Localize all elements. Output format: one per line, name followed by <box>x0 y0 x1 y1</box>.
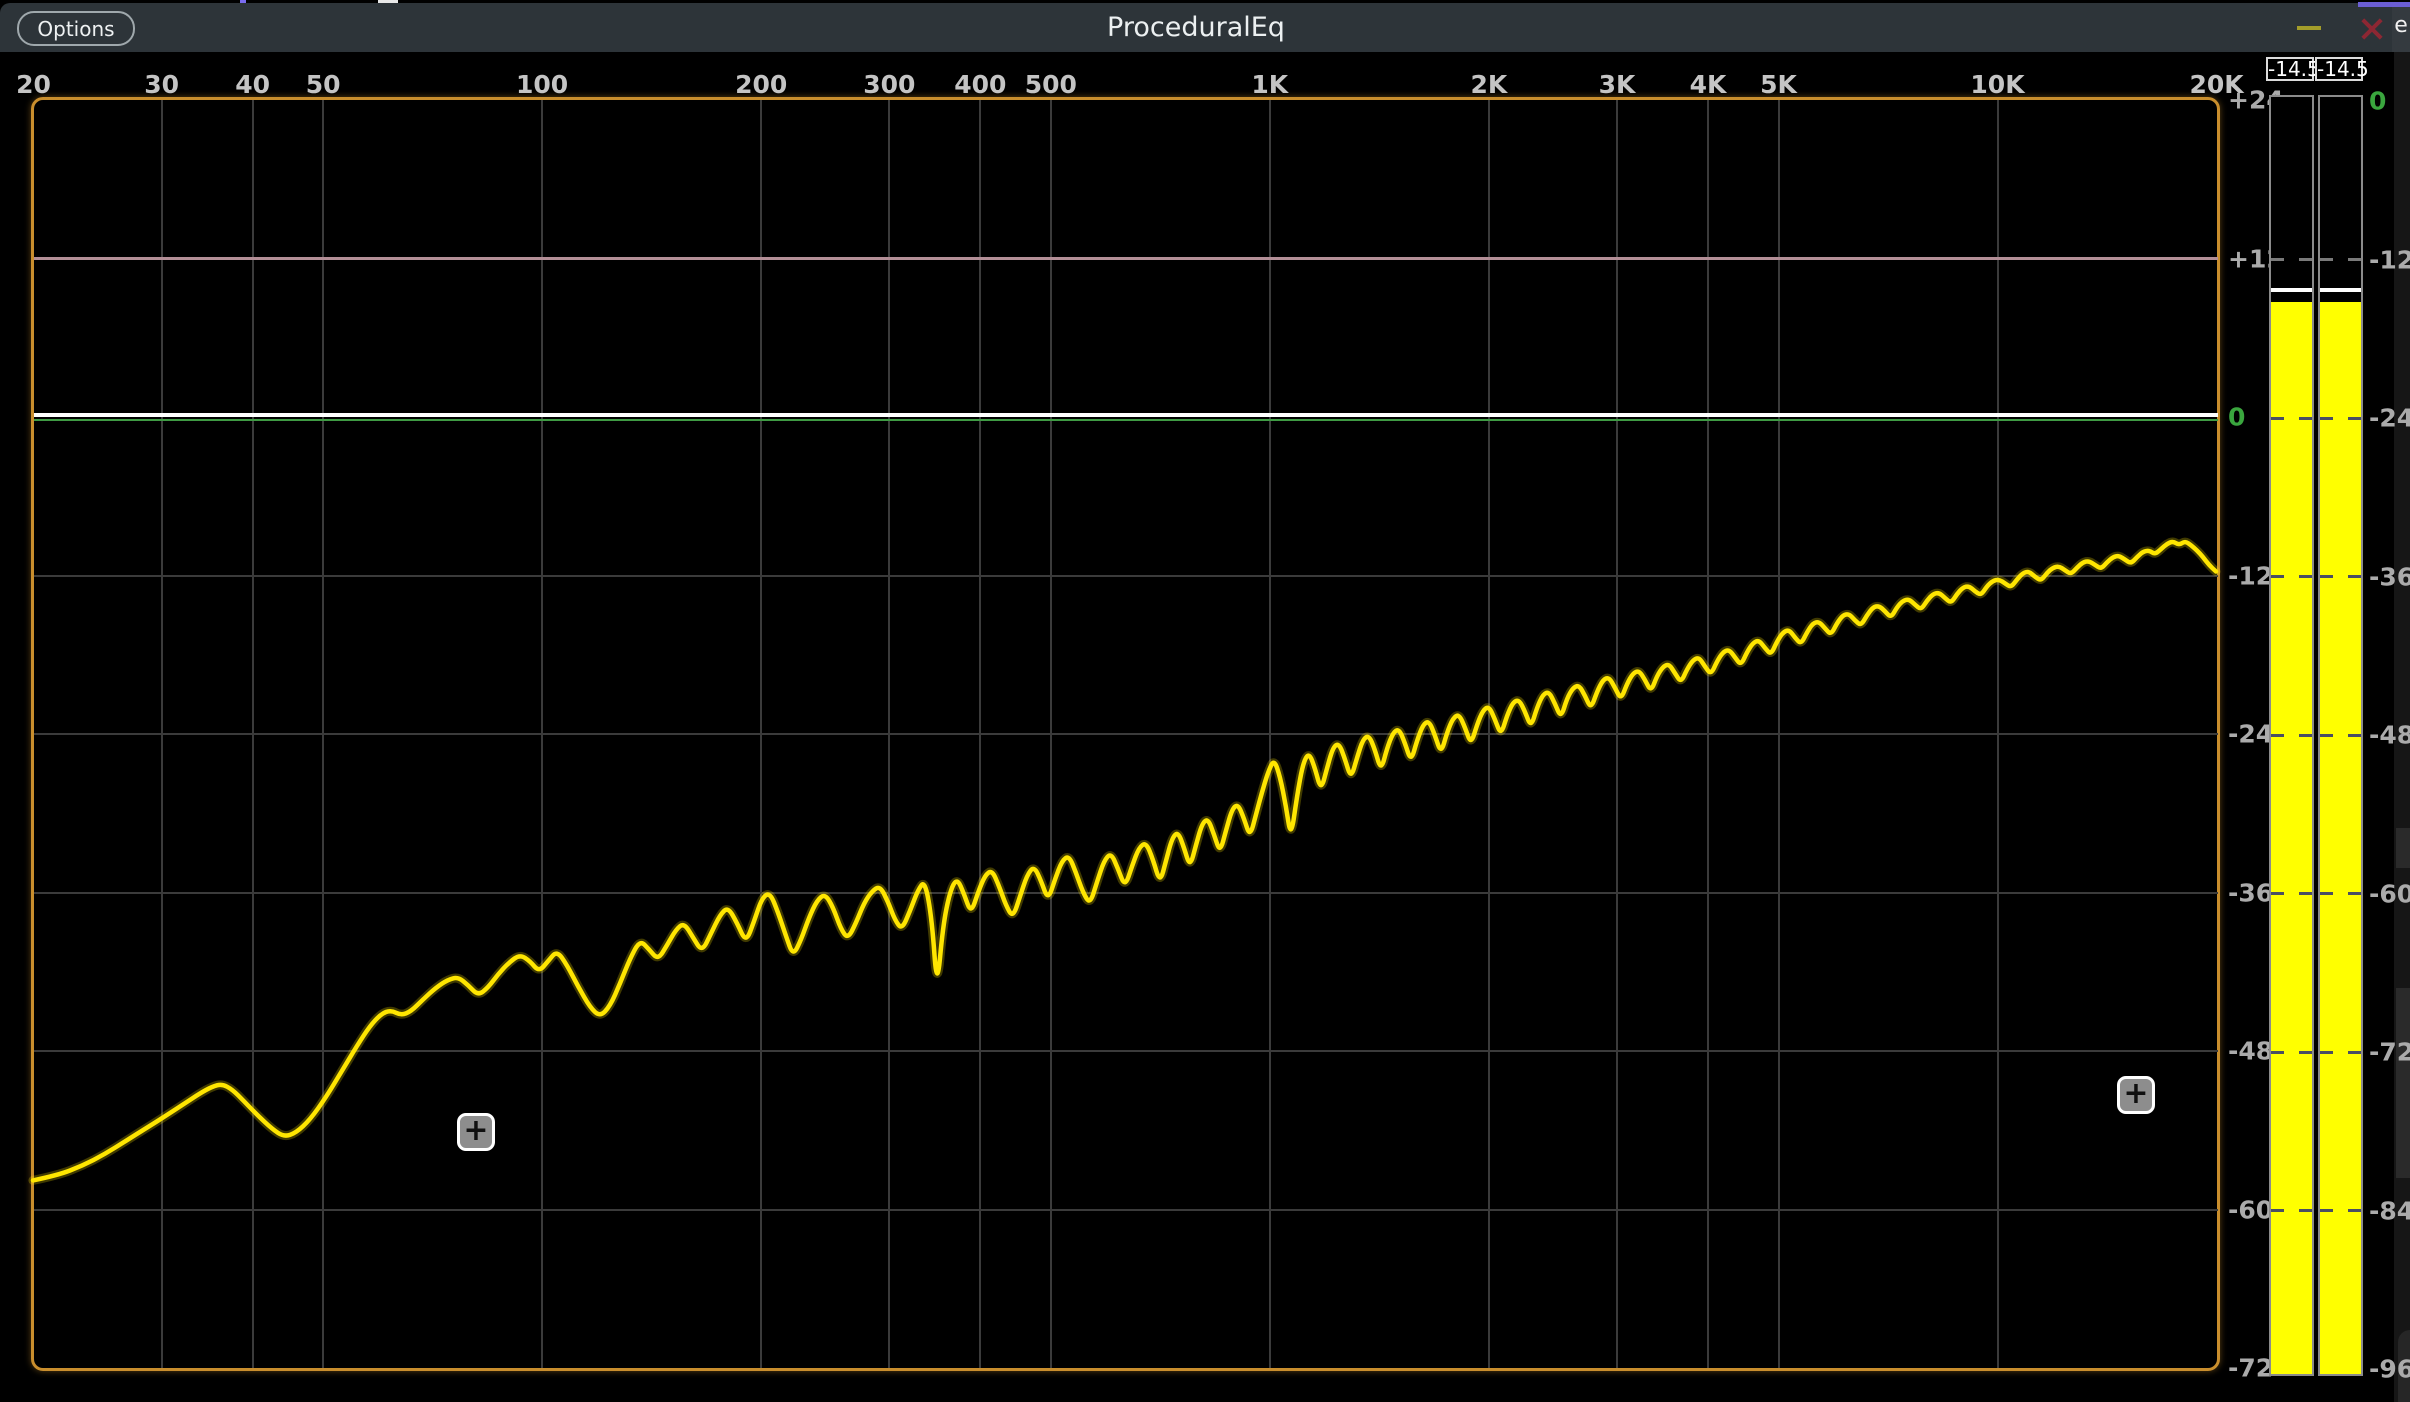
meter-tick-dash <box>2320 1209 2333 1212</box>
meter-db-label: -48 <box>2369 721 2410 750</box>
freq-tick-label: 5K <box>1760 70 1797 96</box>
meter-fill-bar <box>2271 302 2312 1374</box>
spectrum-analyzer-curve <box>0 0 2410 1402</box>
meter-tick-dash <box>2271 417 2284 420</box>
add-band-button[interactable]: + <box>2117 1076 2155 1114</box>
meter-tick-dash <box>2299 575 2312 578</box>
meter-tick-dash <box>2299 258 2312 261</box>
meter-tick-dash <box>2348 258 2361 261</box>
meter-tick-dash <box>2320 417 2333 420</box>
freq-tick-label: 200 <box>735 70 787 96</box>
meter-tick-dash <box>2299 734 2312 737</box>
meter-db-label: -96 <box>2369 1355 2410 1384</box>
meter-db-label: -36 <box>2369 562 2410 591</box>
meter-tick-dash <box>2348 734 2361 737</box>
meter-tick-dash <box>2299 1209 2312 1212</box>
meter-tick-dash <box>2271 1051 2284 1054</box>
meter-tick-dash <box>2320 258 2333 261</box>
freq-tick-label: 20 <box>16 70 51 96</box>
freq-tick-label: 30 <box>144 70 179 96</box>
meter-tick-dash <box>2271 892 2284 895</box>
level-meter-left <box>2269 95 2314 1376</box>
meter-tick-dash <box>2271 1209 2284 1212</box>
freq-tick-label: 3K <box>1599 70 1636 96</box>
meter-readout-right: -14.5 <box>2315 57 2363 81</box>
meter-tick-dash <box>2320 575 2333 578</box>
freq-tick-label: 300 <box>863 70 915 96</box>
freq-tick-label: 100 <box>516 70 568 96</box>
meter-tick-dash <box>2271 575 2284 578</box>
freq-tick-label: 40 <box>235 70 270 96</box>
meter-tick-dash <box>2299 892 2312 895</box>
freq-tick-label: 400 <box>954 70 1006 96</box>
meter-tick-dash <box>2271 734 2284 737</box>
meter-tick-dash <box>2299 1051 2312 1054</box>
meter-peak-hold-line <box>2271 288 2312 292</box>
freq-tick-label: 10K <box>1970 70 2024 96</box>
meter-tick-dash <box>2348 1051 2361 1054</box>
meter-tick-dash <box>2348 575 2361 578</box>
meter-tick-dash <box>2320 734 2333 737</box>
plugin-window: Options ProceduralEq e 20304050100200300… <box>0 0 2410 1402</box>
meter-tick-dash <box>2271 258 2284 261</box>
freq-tick-label: 1K <box>1251 70 1288 96</box>
meter-fill-bar <box>2320 302 2361 1374</box>
meter-db-label: -60 <box>2369 879 2410 908</box>
level-meter-right <box>2318 95 2363 1376</box>
meter-tick-dash <box>2320 892 2333 895</box>
meter-tick-dash <box>2348 1209 2361 1212</box>
meter-db-label: -24 <box>2369 404 2410 433</box>
meter-db-label: -84 <box>2369 1196 2410 1225</box>
meter-tick-dash <box>2348 892 2361 895</box>
freq-tick-label: 500 <box>1025 70 1077 96</box>
freq-tick-label: 2K <box>1471 70 1508 96</box>
meter-tick-dash <box>2299 417 2312 420</box>
add-band-button[interactable]: + <box>457 1113 495 1151</box>
freq-tick-label: 4K <box>1690 70 1727 96</box>
meter-readout-left: -14.5 <box>2266 57 2314 81</box>
meter-peak-hold-line <box>2320 288 2361 292</box>
meter-db-label: 0 <box>2369 87 2386 116</box>
meter-tick-dash <box>2320 1051 2333 1054</box>
meter-db-label: -72 <box>2369 1038 2410 1067</box>
meter-db-label: -12 <box>2369 245 2410 274</box>
meter-tick-dash <box>2348 417 2361 420</box>
freq-tick-label: 50 <box>306 70 341 96</box>
